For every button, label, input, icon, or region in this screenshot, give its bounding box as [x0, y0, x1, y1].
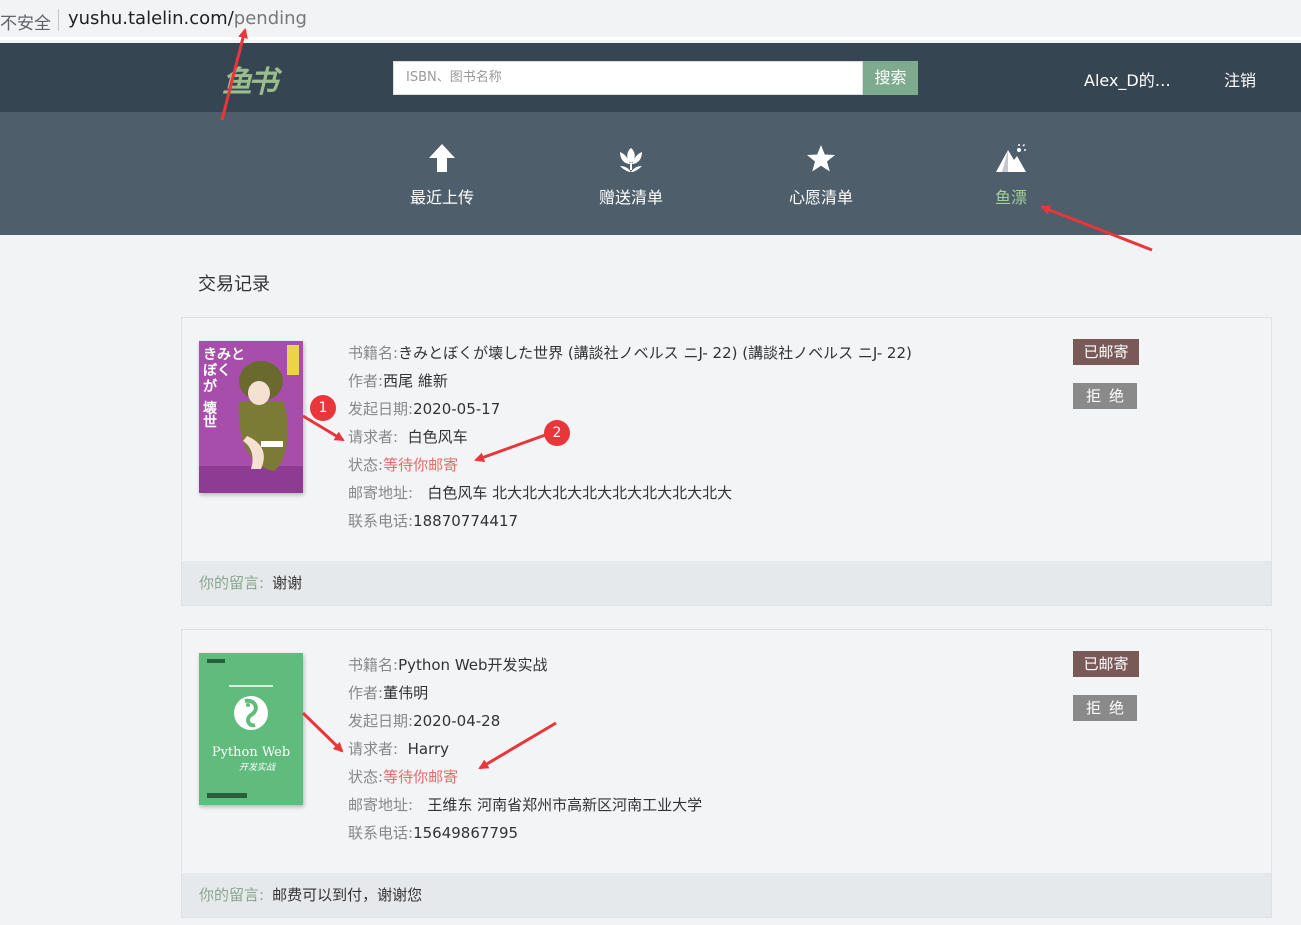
- requester-label: 请求者:: [348, 428, 399, 446]
- book-cover[interactable]: きみと ぼく が 壊 世: [199, 341, 303, 493]
- address-label: 邮寄地址:: [348, 796, 414, 814]
- date-label: 发起日期:: [348, 400, 414, 418]
- phone-label: 联系电话:: [348, 824, 414, 842]
- date-row: 发起日期:2020-04-28: [348, 710, 1068, 738]
- phone-row: 联系电话:15649867795: [348, 822, 1068, 850]
- requester-row: 请求者: Harry: [348, 738, 1068, 766]
- status-label: 状态:: [348, 768, 384, 786]
- mailed-button[interactable]: 已邮寄: [1073, 339, 1139, 365]
- address-value: 王维东 河南省郑州市高新区河南工业大学: [427, 796, 703, 814]
- message-label: 你的留言:: [199, 886, 265, 904]
- search-input[interactable]: ISBN、图书名称: [393, 61, 863, 95]
- arrow-up-icon: [429, 144, 455, 172]
- book-title[interactable]: きみとぼくが壊した世界 (講談社ノベルス ニJ- 22) (講談社ノベルス ニJ…: [398, 344, 912, 362]
- phone-row: 联系电话:18870774417: [348, 510, 1068, 538]
- book-title-row: 书籍名:Python Web开发实战: [348, 654, 1068, 682]
- svg-text:世: 世: [203, 414, 217, 431]
- message-bar: 你的留言: 邮费可以到付，谢谢您: [182, 873, 1271, 917]
- nav-item-wishlist[interactable]: 心愿清单: [766, 112, 876, 235]
- trade-record-card: Python Web 开发实战 书籍名:Python Web开发实战 作者:董伟…: [181, 629, 1272, 918]
- mountain-icon: [996, 143, 1026, 172]
- annotation-badge-2: 2: [544, 420, 570, 446]
- message-value: 谢谢: [272, 574, 303, 592]
- trade-record-card: きみと ぼく が 壊 世 书籍名:きみとぼくが壊した世界 (講談社ノベルス ニJ…: [181, 317, 1272, 606]
- url-text[interactable]: yushu.talelin.com/pending: [68, 8, 307, 29]
- reject-button[interactable]: 拒绝: [1073, 383, 1137, 409]
- svg-text:が: が: [203, 378, 218, 395]
- book-cover-illustration: Python Web 开发实战: [199, 653, 303, 805]
- author-value: 西尾 維新: [383, 372, 448, 390]
- annotation-badge-1: 1: [310, 395, 336, 421]
- browser-address-bar[interactable]: 不安全 yushu.talelin.com/pending: [0, 0, 1301, 40]
- main-nav: 最近上传 赠送清单 心愿清单 鱼漂: [0, 112, 1301, 235]
- book-title-label: 书籍名:: [348, 656, 399, 674]
- svg-text:ぼく: ぼく: [203, 363, 231, 379]
- address-row: 邮寄地址: 王维东 河南省郑州市高新区河南工业大学: [348, 794, 1068, 822]
- message-bar: 你的留言: 谢谢: [182, 561, 1271, 605]
- requester-value: Harry: [407, 740, 450, 758]
- cover-subtitle: 开发实战: [239, 762, 276, 773]
- user-name-link[interactable]: Alex_D的…: [1084, 67, 1171, 91]
- nav-label: 赠送清单: [598, 188, 663, 207]
- author-value: 董伟明: [383, 684, 429, 702]
- date-value: 2020-05-17: [413, 400, 501, 418]
- date-row: 发起日期:2020-05-17: [348, 398, 1068, 426]
- mailed-button[interactable]: 已邮寄: [1073, 651, 1139, 677]
- status-value: 等待你邮寄: [383, 768, 459, 786]
- book-cover[interactable]: Python Web 开发实战: [199, 653, 303, 805]
- site-logo[interactable]: 鱼书: [222, 57, 278, 101]
- url-path: pending: [233, 8, 307, 29]
- book-title-row: 书籍名:きみとぼくが壊した世界 (講談社ノベルス ニJ- 22) (講談社ノベル…: [348, 342, 1068, 370]
- nav-item-drift[interactable]: 鱼漂: [956, 112, 1066, 235]
- requester-label: 请求者:: [348, 740, 399, 758]
- phone-value: 15649867795: [413, 824, 519, 842]
- status-value: 等待你邮寄: [383, 456, 459, 474]
- date-value: 2020-04-28: [413, 712, 501, 730]
- status-label: 状态:: [348, 456, 384, 474]
- nav-item-gifts[interactable]: 赠送清单: [576, 112, 686, 235]
- requester-value: 白色风车: [407, 428, 468, 446]
- phone-label: 联系电话:: [348, 512, 414, 530]
- nav-label: 最近上传: [409, 188, 474, 207]
- nav-label: 鱼漂: [994, 188, 1027, 207]
- author-row: 作者:董伟明: [348, 682, 1068, 710]
- author-row: 作者:西尾 維新: [348, 370, 1068, 398]
- requester-row: 请求者: 白色风车: [348, 426, 1068, 454]
- author-label: 作者:: [348, 372, 384, 390]
- page-title: 交易记录: [198, 274, 270, 295]
- url-host: yushu.talelin.com/: [68, 8, 234, 29]
- book-title[interactable]: Python Web开发实战: [398, 656, 547, 674]
- address-separator: [58, 9, 59, 31]
- phone-value: 18870774417: [413, 512, 519, 530]
- message-label: 你的留言:: [199, 574, 265, 592]
- address-label: 邮寄地址:: [348, 484, 414, 502]
- author-label: 作者:: [348, 684, 384, 702]
- status-row: 状态:等待你邮寄: [348, 766, 1068, 794]
- status-row: 状态:等待你邮寄: [348, 454, 1068, 482]
- svg-text:きみと: きみと: [203, 347, 245, 363]
- logout-link[interactable]: 注销: [1224, 67, 1256, 91]
- record-info: 书籍名:Python Web开发实战 作者:董伟明 发起日期:2020-04-2…: [348, 654, 1068, 850]
- star-icon: [807, 145, 835, 172]
- security-indicator[interactable]: 不安全: [0, 9, 51, 34]
- nav-item-recent-uploads[interactable]: 最近上传: [387, 112, 497, 235]
- cover-title: Python Web: [212, 745, 290, 760]
- search-button[interactable]: 搜索: [863, 61, 918, 95]
- nav-label: 心愿清单: [788, 188, 853, 207]
- book-cover-illustration: きみと ぼく が 壊 世: [199, 341, 303, 493]
- flower-icon: [620, 148, 642, 172]
- reject-button[interactable]: 拒绝: [1073, 695, 1137, 721]
- address-value: 白色风车 北大北大北大北大北大北大北大北大: [427, 484, 733, 502]
- site-header: 鱼书 ISBN、图书名称 搜索 Alex_D的… 注销: [0, 43, 1301, 112]
- record-info: 书籍名:きみとぼくが壊した世界 (講談社ノベルス ニJ- 22) (講談社ノベル…: [348, 342, 1068, 538]
- date-label: 发起日期:: [348, 712, 414, 730]
- book-title-label: 书籍名:: [348, 344, 399, 362]
- address-row: 邮寄地址: 白色风车 北大北大北大北大北大北大北大北大: [348, 482, 1068, 510]
- message-value: 邮费可以到付，谢谢您: [272, 886, 423, 904]
